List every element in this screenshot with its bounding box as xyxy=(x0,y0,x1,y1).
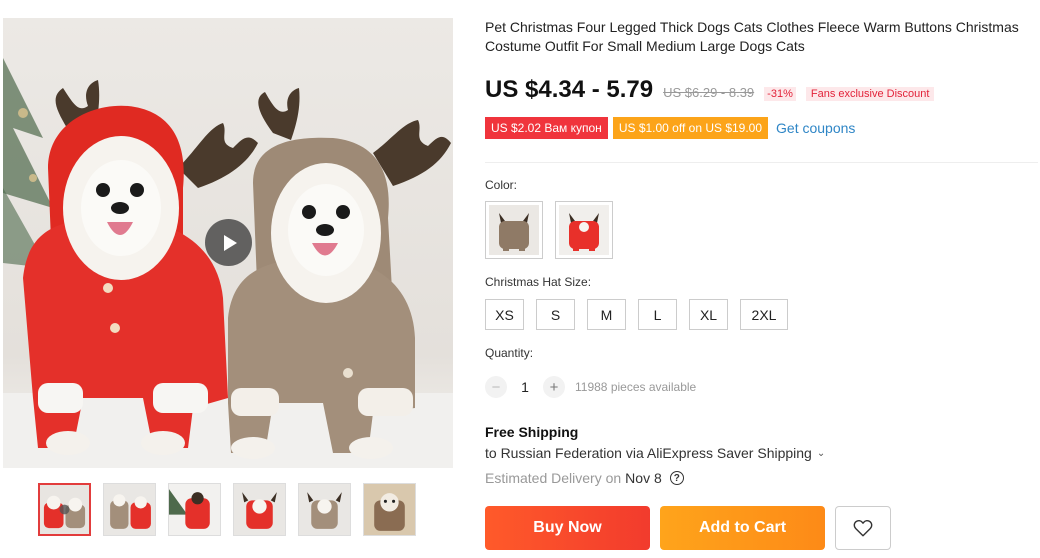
thumbnail-image xyxy=(299,484,350,535)
size-option-xl[interactable]: XL xyxy=(689,299,728,330)
color-options xyxy=(485,201,613,259)
main-product-image[interactable] xyxy=(3,18,453,468)
product-title: Pet Christmas Four Legged Thick Dogs Cat… xyxy=(485,19,1019,54)
thumbnail-3[interactable] xyxy=(168,483,221,536)
color-option-brown[interactable] xyxy=(485,201,543,259)
fans-discount-badge: Fans exclusive Discount xyxy=(805,87,935,101)
thumbnail-image xyxy=(364,484,415,535)
shipping-route-text: to Russian Federation via AliExpress Sav… xyxy=(485,445,812,461)
delivery-date: Nov 8 xyxy=(625,470,662,486)
size-options: XS S M L XL 2XL xyxy=(485,299,788,330)
divider xyxy=(485,162,1038,163)
play-video-button[interactable] xyxy=(205,219,252,266)
estimated-delivery: Estimated Delivery on Nov 8 ? xyxy=(485,470,684,486)
thumbnail-2[interactable] xyxy=(103,483,156,536)
size-label: Christmas Hat Size: xyxy=(485,275,592,289)
coupon-row: US $2.02 Вам купон US $1.00 off on US $1… xyxy=(485,116,1035,140)
quantity-label: Quantity: xyxy=(485,346,534,360)
size-option-l[interactable]: L xyxy=(638,299,677,330)
product-info: Pet Christmas Four Legged Thick Dogs Cat… xyxy=(485,18,1035,140)
thumbnail-6[interactable] xyxy=(363,483,416,536)
size-option-s[interactable]: S xyxy=(536,299,575,330)
select-coupon[interactable]: US $1.00 off on US $19.00 xyxy=(612,117,769,139)
size-option-xs[interactable]: XS xyxy=(485,299,524,330)
wishlist-button[interactable] xyxy=(835,506,891,550)
quantity-decrease-button[interactable]: − xyxy=(485,376,507,398)
price-row: US $4.34 - 5.79 US $6.29 - 8.39 -31% Fan… xyxy=(485,76,1035,106)
original-price: US $6.29 - 8.39 xyxy=(663,85,755,100)
thumbnail-image xyxy=(104,484,155,535)
color-label: Color: xyxy=(485,178,518,192)
thumbnail-5[interactable] xyxy=(298,483,351,536)
red-costume-swatch-image xyxy=(559,205,609,255)
chevron-down-icon[interactable]: ⌄ xyxy=(817,448,825,459)
brown-costume-swatch-image xyxy=(489,205,539,255)
heart-icon xyxy=(853,519,873,537)
buy-now-button[interactable]: Buy Now xyxy=(485,506,650,550)
help-icon[interactable]: ? xyxy=(669,471,684,485)
color-option-red[interactable] xyxy=(555,201,613,259)
current-price: US $4.34 - 5.79 xyxy=(485,76,654,103)
thumbnail-4[interactable] xyxy=(233,483,286,536)
thumbnail-strip xyxy=(38,483,416,536)
add-to-cart-button[interactable]: Add to Cart xyxy=(660,506,825,550)
quantity-stepper: − 1 + 11988 pieces available xyxy=(485,376,696,398)
discount-badge: -31% xyxy=(764,87,796,101)
delivery-label: Estimated Delivery on xyxy=(485,470,622,486)
get-coupons-link[interactable]: Get coupons xyxy=(776,120,855,136)
thumbnail-1[interactable] xyxy=(38,483,91,536)
size-option-2xl[interactable]: 2XL xyxy=(740,299,788,330)
thumbnail-image xyxy=(234,484,285,535)
thumbnail-image xyxy=(169,484,220,535)
size-option-m[interactable]: M xyxy=(587,299,626,330)
thumbnail-image xyxy=(40,485,89,534)
action-buttons: Buy Now Add to Cart xyxy=(485,506,891,550)
shipping-route[interactable]: to Russian Federation via AliExpress Sav… xyxy=(485,445,825,461)
play-icon xyxy=(224,234,237,251)
store-coupon[interactable]: US $2.02 Вам купон xyxy=(485,117,608,139)
shipping-title: Free Shipping xyxy=(485,424,579,440)
quantity-increase-button[interactable]: + xyxy=(543,376,565,398)
quantity-input[interactable]: 1 xyxy=(507,379,543,395)
quantity-available: 11988 pieces available xyxy=(575,380,697,394)
